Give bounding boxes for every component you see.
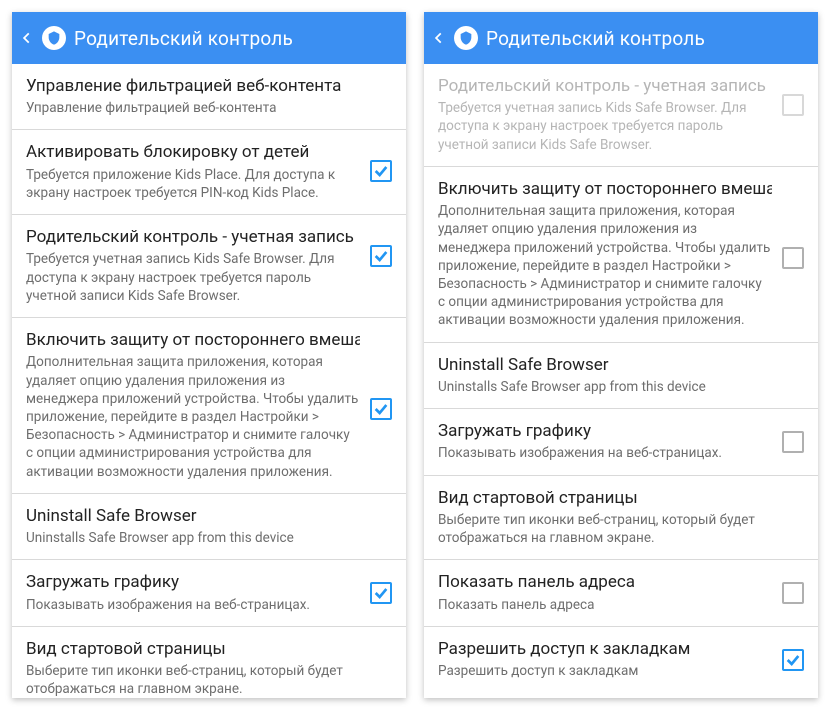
checkbox[interactable] [782, 649, 804, 671]
checkbox[interactable] [370, 245, 392, 267]
topbar: Родительский контроль [424, 12, 818, 64]
row-uninstall[interactable]: Uninstall Safe Browser Uninstalls Safe B… [12, 494, 406, 560]
row-title: Загружать графику [26, 572, 360, 593]
row-subtitle: Uninstalls Safe Browser app from this de… [26, 529, 392, 547]
settings-list: Родительский контроль - учетная запись Т… [424, 64, 818, 698]
row-title: Показать панель адреса [438, 572, 772, 593]
row-title: Активировать блокировку от детей [26, 142, 360, 163]
checkbox [782, 94, 804, 116]
checkbox[interactable] [782, 247, 804, 269]
screen-left: Родительский контроль Управление фильтра… [12, 12, 406, 698]
row-title: Загружать графику [438, 421, 772, 442]
row-web-filter[interactable]: Управление фильтрацией веб-контента Упра… [12, 64, 406, 130]
topbar-title: Родительский контроль [74, 27, 293, 50]
row-subtitle: Выберите тип иконки веб-страниц, который… [438, 511, 804, 547]
row-title: Включить защиту от постороннего вмешател… [438, 179, 772, 200]
row-homepage-view[interactable]: Вид стартовой страницы Выберите тип икон… [12, 627, 406, 698]
row-title: Включить защиту от постороннего вмешател… [26, 330, 360, 351]
row-title: Управление фильтрацией веб-контента [26, 76, 392, 97]
row-load-images[interactable]: Загружать графику Показывать изображения… [12, 560, 406, 626]
back-icon[interactable] [432, 31, 446, 45]
row-title: Вид стартовой страницы [26, 639, 392, 660]
checkbox[interactable] [370, 582, 392, 604]
row-parental-account[interactable]: Родительский контроль - учетная запись Т… [12, 215, 406, 318]
row-subtitle: Uninstalls Safe Browser app from this de… [438, 378, 804, 396]
row-subtitle: Дополнительная защита приложения, котора… [438, 202, 772, 330]
app-icon [454, 26, 478, 50]
row-subtitle: Разрешить доступ к закладкам [438, 662, 772, 680]
row-load-images[interactable]: Загружать графику Показывать изображения… [424, 409, 818, 475]
screen-right: Родительский контроль Родительский контр… [424, 12, 818, 698]
row-subtitle: Требуется приложение Kids Place. Для дос… [26, 166, 360, 202]
app-icon [42, 26, 66, 50]
checkbox[interactable] [370, 398, 392, 420]
row-subtitle: Дополнительная защита приложения, котора… [26, 353, 360, 481]
row-title: Разрешить доступ к закладкам [438, 639, 772, 660]
row-subtitle: Показывать изображения на веб-страницах. [26, 596, 360, 614]
topbar: Родительский контроль [12, 12, 406, 64]
row-subtitle: Управление фильтрацией веб-контента [26, 99, 392, 117]
row-activate-block[interactable]: Активировать блокировку от детей Требует… [12, 130, 406, 215]
row-subtitle: Требуется учетная запись Kids Safe Brows… [438, 99, 772, 154]
row-title: Родительский контроль - учетная запись [438, 76, 772, 97]
row-subtitle: Показать панель адреса [438, 596, 772, 614]
row-show-addressbar[interactable]: Показать панель адреса Показать панель а… [424, 560, 818, 626]
row-title: Uninstall Safe Browser [438, 355, 804, 376]
row-title: Родительский контроль - учетная запись [26, 227, 360, 248]
row-tamper-protection[interactable]: Включить защиту от постороннего вмешател… [12, 318, 406, 494]
row-subtitle: Выберите тип иконки веб-страниц, который… [26, 662, 392, 698]
row-parental-account: Родительский контроль - учетная запись Т… [424, 64, 818, 167]
row-homepage-view[interactable]: Вид стартовой страницы Выберите тип икон… [424, 476, 818, 561]
settings-list: Управление фильтрацией веб-контента Упра… [12, 64, 406, 698]
row-tamper-protection[interactable]: Включить защиту от постороннего вмешател… [424, 167, 818, 343]
checkbox[interactable] [782, 582, 804, 604]
back-icon[interactable] [20, 31, 34, 45]
checkbox[interactable] [782, 431, 804, 453]
row-subtitle: Показывать изображения на веб-страницах. [438, 444, 772, 462]
row-title: Uninstall Safe Browser [26, 506, 392, 527]
checkbox[interactable] [370, 160, 392, 182]
topbar-title: Родительский контроль [486, 27, 705, 50]
row-uninstall[interactable]: Uninstall Safe Browser Uninstalls Safe B… [424, 343, 818, 409]
row-title: Вид стартовой страницы [438, 488, 804, 509]
row-allow-bookmarks[interactable]: Разрешить доступ к закладкам Разрешить д… [424, 627, 818, 692]
row-subtitle: Требуется учетная запись Kids Safe Brows… [26, 250, 360, 305]
